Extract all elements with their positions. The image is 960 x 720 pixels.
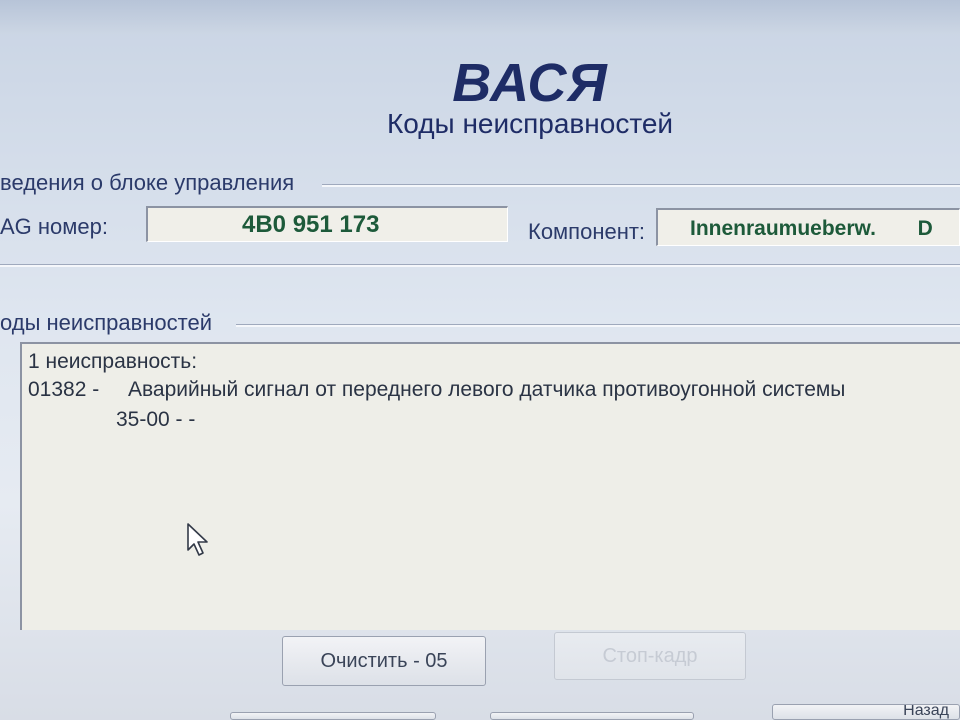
component-extra: D xyxy=(917,217,933,240)
window-titlebar xyxy=(0,0,960,34)
control-unit-group-line xyxy=(322,184,960,187)
component-field: Innenraumueberw. D xyxy=(656,208,960,246)
back-button[interactable]: Назад xyxy=(772,704,960,720)
bottom-button-middle[interactable] xyxy=(490,712,694,720)
freeze-frame-button[interactable]: Стоп-кадр xyxy=(554,632,746,680)
control-unit-group-label: ведения о блоке управления xyxy=(0,170,295,195)
bottom-button-left[interactable] xyxy=(230,712,436,720)
vag-number-label: AG номер: xyxy=(0,214,108,239)
section-divider xyxy=(0,264,960,267)
component-label: Компонент: xyxy=(528,219,646,244)
app-title: ВАСЯ xyxy=(452,53,608,113)
fault-codes-group-line xyxy=(236,324,960,327)
fault-codes-group-label: оды неисправностей xyxy=(0,310,212,335)
fault-description: Аварийный сигнал от переднего левого дат… xyxy=(128,378,846,401)
back-button-label: Назад xyxy=(903,704,949,719)
mouse-cursor-icon xyxy=(187,523,208,556)
fault-codes-list[interactable]: 1 неисправность: 01382 - Аварийный сигна… xyxy=(20,342,960,630)
fault-count: 1 неисправность: xyxy=(28,350,198,373)
fault-detail: 35-00 - - xyxy=(116,408,196,431)
component-value: Innenraumueberw. xyxy=(690,217,876,240)
clear-codes-button[interactable]: Очистить - 05 xyxy=(282,636,486,686)
vag-number-field: 4B0 951 173 xyxy=(146,206,508,242)
page-subtitle: Коды неисправностей xyxy=(386,108,674,139)
fault-code: 01382 - xyxy=(28,378,100,401)
